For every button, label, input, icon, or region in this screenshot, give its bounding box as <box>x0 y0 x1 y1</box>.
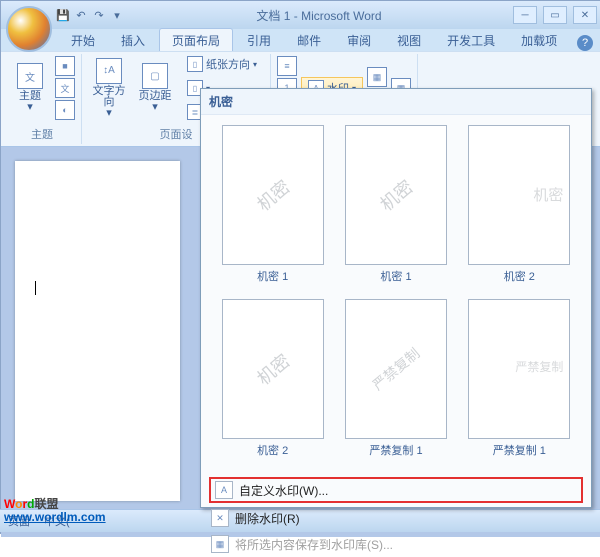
margins-button[interactable]: ▢ 页边距▾ <box>134 56 176 120</box>
gallery-item[interactable]: 机密机密 1 <box>338 125 453 291</box>
gallery-item[interactable]: 机密机密 1 <box>215 125 330 291</box>
watermark-dropdown: 机密 机密机密 1 机密机密 1 机密机密 2 机密机密 2 严禁复制严禁复制 … <box>200 88 592 508</box>
text-direction-button[interactable]: ↕A 文字方向▾ <box>88 56 130 120</box>
ribbon-tabs: 开始 插入 页面布局 引用 邮件 审阅 视图 开发工具 加载项 ? <box>1 29 600 51</box>
tab-view[interactable]: 视图 <box>385 29 433 51</box>
custom-watermark-icon: A <box>215 481 233 499</box>
tab-references[interactable]: 引用 <box>235 29 283 51</box>
maximize-button[interactable]: ▭ <box>543 6 567 24</box>
orientation-icon: ▯ <box>187 56 203 72</box>
close-button[interactable]: ✕ <box>573 6 597 24</box>
tab-insert[interactable]: 插入 <box>109 29 157 51</box>
group-label-themes: 主题 <box>9 126 75 142</box>
tab-addins[interactable]: 加载项 <box>509 29 569 51</box>
themes-icon: 文 <box>17 63 43 89</box>
theme-effects-icon[interactable]: ◐ <box>55 100 75 120</box>
gallery-item[interactable]: 机密机密 2 <box>215 299 330 465</box>
save-icon[interactable]: 💾 <box>55 7 71 23</box>
theme-colors-icon[interactable]: ■ <box>55 56 75 76</box>
gallery-item[interactable]: 严禁复制严禁复制 1 <box>462 299 577 465</box>
text-direction-icon: ↕A <box>96 58 122 84</box>
tab-mailings[interactable]: 邮件 <box>285 29 333 51</box>
remove-watermark-item[interactable]: ✕删除水印(R) <box>201 505 591 531</box>
source-watermark: Word联盟 www.wordlm.com <box>4 498 106 524</box>
help-button[interactable]: ? <box>577 35 593 51</box>
window-controls: ─ ▭ ✕ <box>513 6 597 24</box>
redo-icon[interactable]: ↷ <box>91 7 107 23</box>
text-cursor <box>35 281 36 295</box>
save-watermark-item: ▦将所选内容保存到水印库(S)... <box>201 531 591 557</box>
dropdown-section-header: 机密 <box>201 89 591 115</box>
undo-icon[interactable]: ↶ <box>73 7 89 23</box>
tab-page-layout[interactable]: 页面布局 <box>159 28 233 51</box>
themes-button[interactable]: 文 主题▾ <box>9 56 51 120</box>
document-page[interactable] <box>15 161 180 501</box>
page-color-icon[interactable]: ▦ <box>367 67 387 87</box>
breaks-icon[interactable]: ≡ <box>277 56 297 76</box>
qat-dropdown-icon[interactable]: ▾ <box>109 7 125 23</box>
tab-home[interactable]: 开始 <box>59 29 107 51</box>
window-title: 文档 1 - Microsoft Word <box>125 7 513 24</box>
save-watermark-icon: ▦ <box>211 535 229 553</box>
group-themes: 文 主题▾ ■ 文 ◐ 主题 <box>3 54 82 144</box>
custom-watermark-item[interactable]: A自定义水印(W)... <box>209 477 583 503</box>
theme-options: ■ 文 ◐ <box>55 56 75 120</box>
tab-developer[interactable]: 开发工具 <box>435 29 507 51</box>
margins-icon: ▢ <box>142 63 168 89</box>
titlebar: 💾 ↶ ↷ ▾ 文档 1 - Microsoft Word ─ ▭ ✕ <box>1 1 600 29</box>
theme-fonts-icon[interactable]: 文 <box>55 78 75 98</box>
orientation-button[interactable]: ▯纸张方向▾ <box>180 53 264 75</box>
tab-review[interactable]: 审阅 <box>335 29 383 51</box>
gallery-item[interactable]: 机密机密 2 <box>462 125 577 291</box>
remove-watermark-icon: ✕ <box>211 509 229 527</box>
watermark-gallery: 机密机密 1 机密机密 1 机密机密 2 机密机密 2 严禁复制严禁复制 1 严… <box>201 115 591 475</box>
minimize-button[interactable]: ─ <box>513 6 537 24</box>
office-button[interactable] <box>6 6 52 52</box>
gallery-item[interactable]: 严禁复制严禁复制 1 <box>338 299 453 465</box>
